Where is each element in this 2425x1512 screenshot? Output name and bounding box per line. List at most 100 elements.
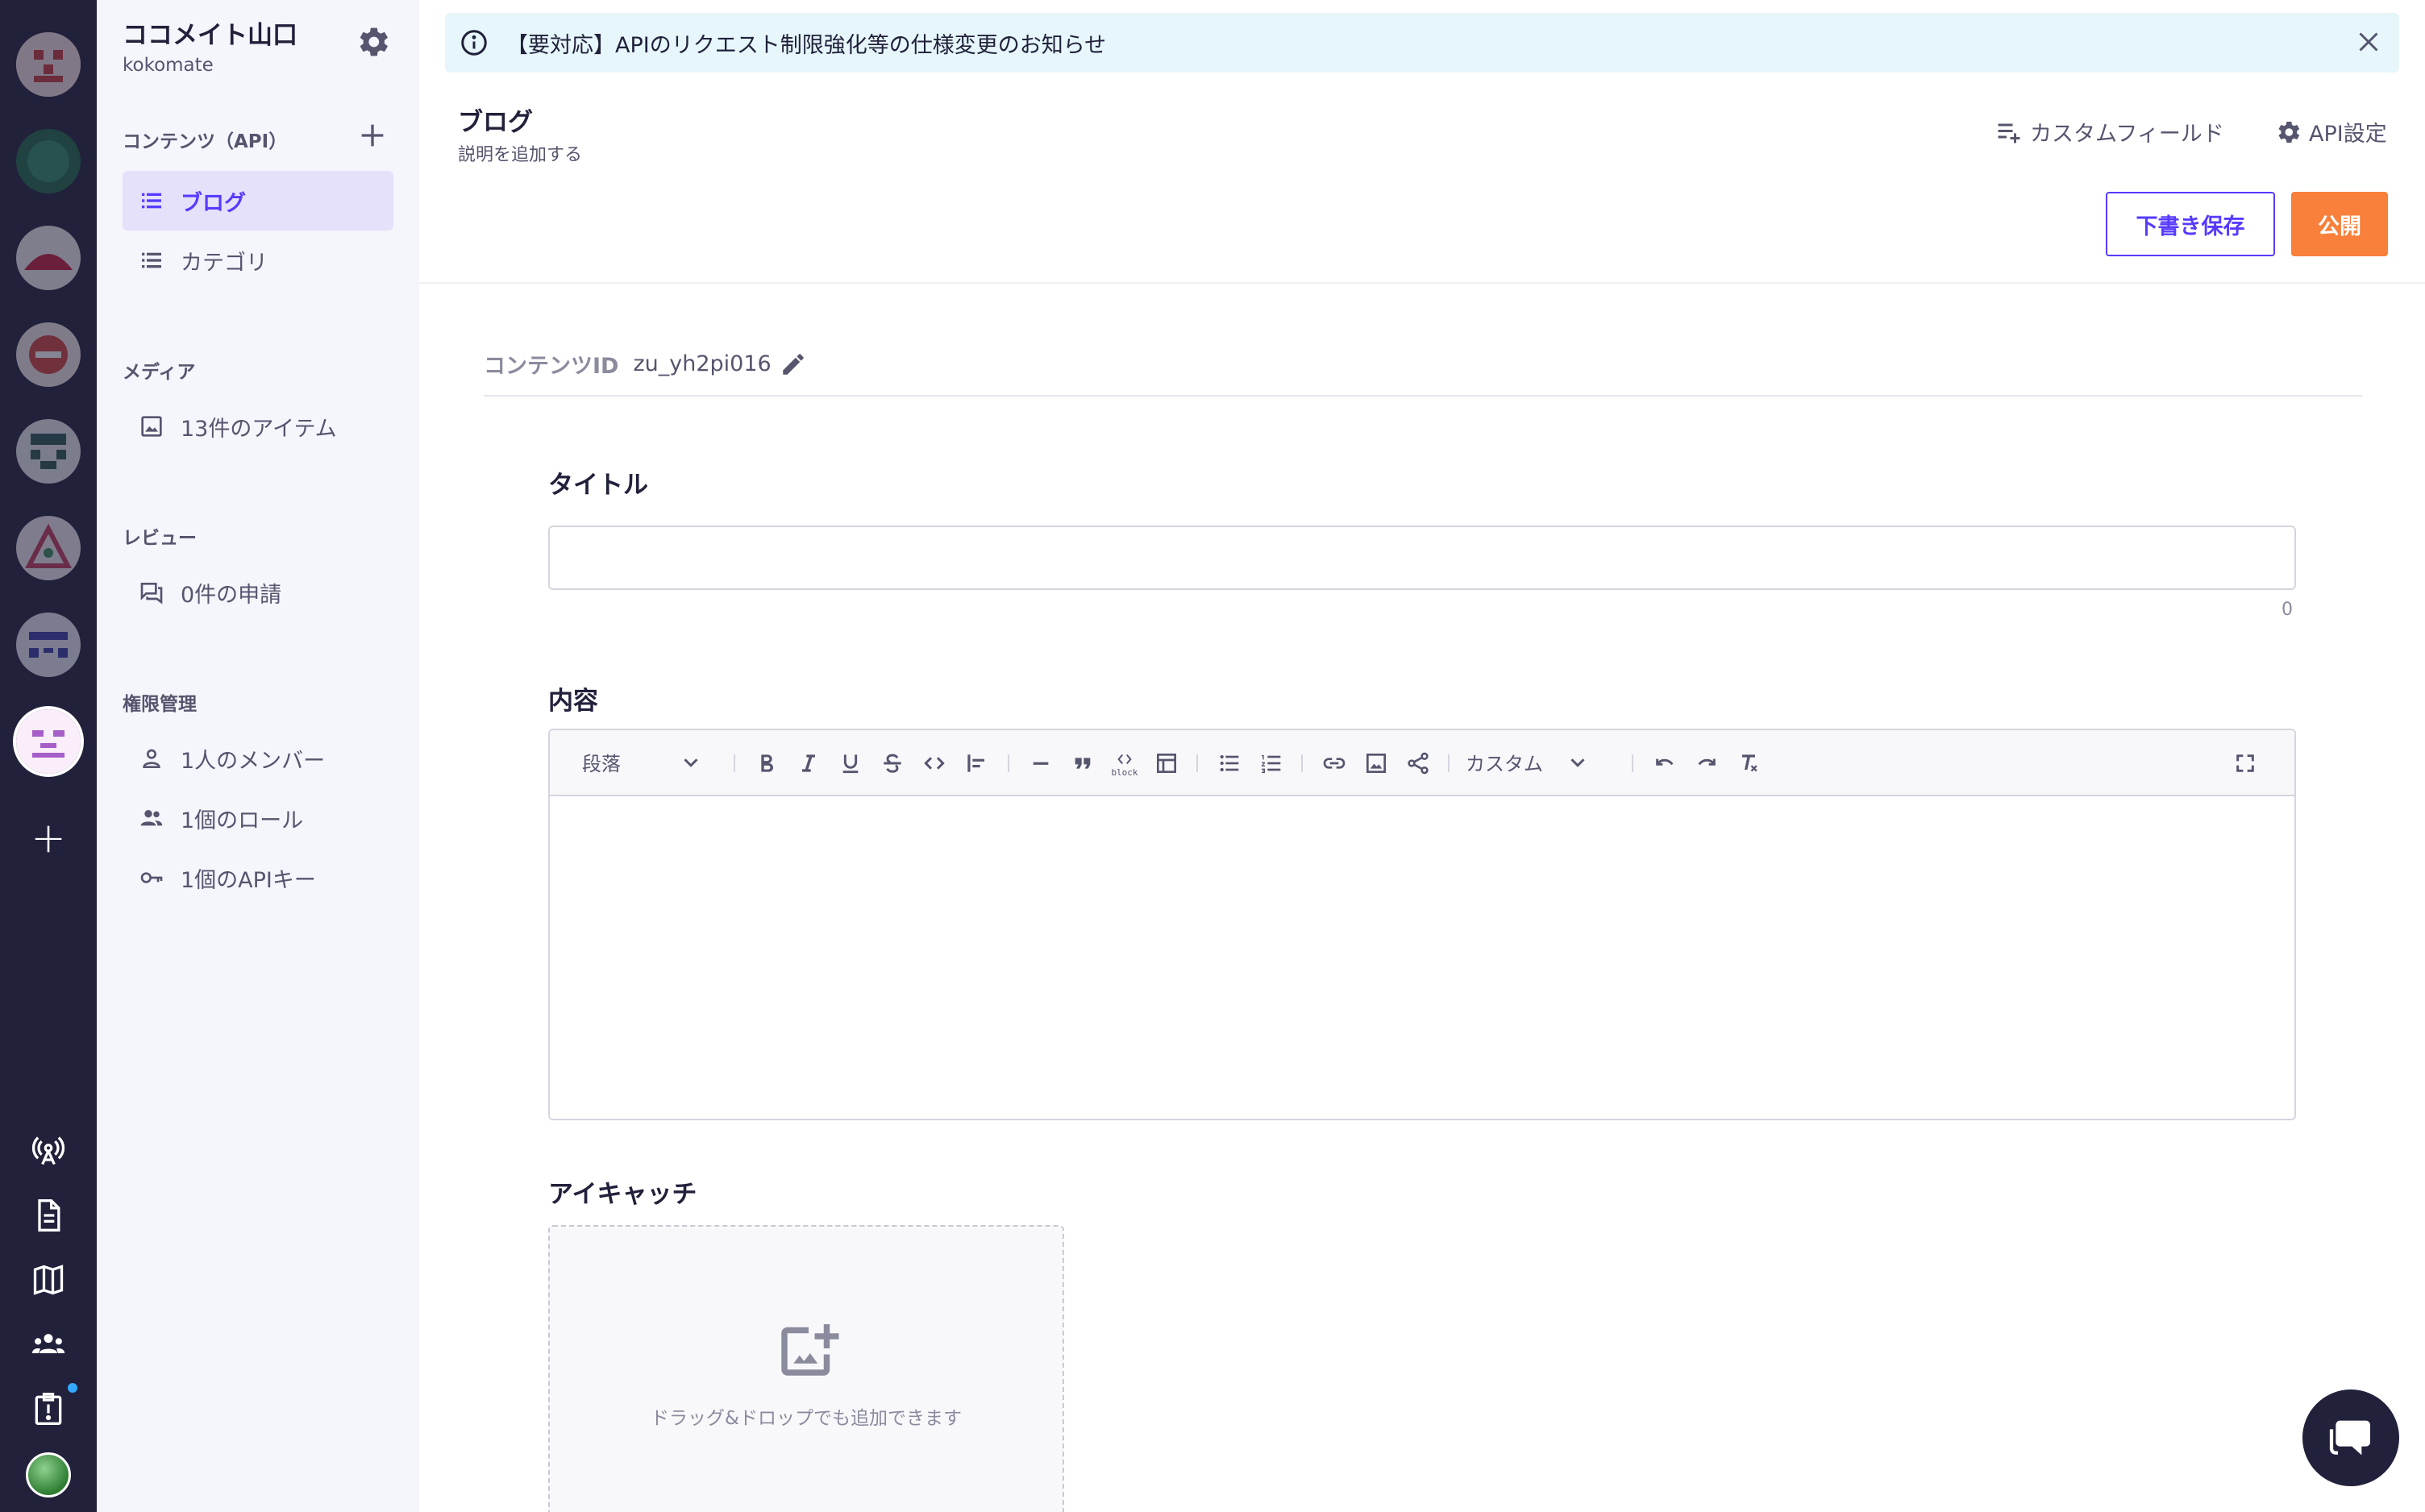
permission-section-title: 権限管理: [123, 694, 197, 715]
workspace-avatar-2[interactable]: [16, 129, 81, 193]
service-name: ココメイト山口: [123, 21, 297, 50]
italic-button[interactable]: [793, 748, 824, 779]
sidebar-item-label: 1個のロール: [181, 808, 304, 833]
workspace-rail: +: [0, 0, 97, 1512]
media-section-title: メディア: [123, 362, 196, 383]
review-chat-icon: [137, 578, 166, 607]
sidebar-item-media[interactable]: 13件のアイテム: [123, 397, 393, 456]
sidebar-item-label: 1人のメンバー: [181, 748, 326, 774]
person-icon: [137, 744, 166, 773]
link-button[interactable]: [1319, 748, 1350, 779]
toolbar-separator: [1196, 754, 1198, 772]
save-draft-button[interactable]: 下書き保存: [2106, 192, 2275, 256]
redo-button[interactable]: [1691, 748, 1722, 779]
toolbar-separator: [734, 754, 735, 772]
toolbar-separator: [1008, 754, 1009, 772]
title-field-label: タイトル: [548, 471, 648, 500]
workspace-avatar-5[interactable]: [16, 419, 81, 484]
sidebar-item-api-keys[interactable]: 1個のAPIキー: [123, 848, 393, 908]
chat-support-button[interactable]: [2302, 1389, 2399, 1486]
table-button[interactable]: [1151, 748, 1182, 779]
horizontal-rule-button[interactable]: [1025, 748, 1056, 779]
sidebar-item-label: 13件のアイテム: [181, 416, 337, 442]
code-block-button[interactable]: block: [1109, 748, 1140, 779]
content-id-row: コンテンツID zu_yh2pi016: [484, 348, 807, 380]
close-icon[interactable]: [2354, 27, 2383, 56]
sidebar-item-blog[interactable]: ブログ: [123, 171, 393, 231]
publish-button[interactable]: 公開: [2291, 192, 2388, 256]
dropzone-text: ドラッグ&ドロップでも追加できます: [651, 1408, 962, 1429]
sidebar-item-label: 1個のAPIキー: [181, 867, 316, 893]
sidebar-item-roles[interactable]: 1個のロール: [123, 788, 393, 848]
service-sidebar: ココメイト山口 kokomate コンテンツ（API） ブログ カテゴリ メディ…: [97, 0, 419, 1512]
workspace-avatar-3[interactable]: [16, 226, 81, 290]
add-api-plus-icon[interactable]: [356, 119, 389, 152]
document-icon[interactable]: [27, 1194, 69, 1236]
custom-field-label: カスタムフィールド: [2030, 122, 2224, 147]
user-avatar[interactable]: [26, 1452, 71, 1497]
align-button[interactable]: [961, 748, 992, 779]
main-content: 【要対応】APIのリクエスト制限強化等の仕様変更のお知らせ ブログ 説明を追加す…: [419, 0, 2425, 1512]
chevron-down-icon: [1570, 758, 1585, 767]
key-icon: [137, 863, 166, 892]
gear-icon: [2278, 121, 2300, 143]
pencil-icon[interactable]: [780, 351, 807, 378]
image-icon: [137, 412, 166, 441]
chevron-down-icon: [684, 758, 698, 767]
content-id-label: コンテンツID: [484, 354, 619, 379]
broadcast-icon[interactable]: [27, 1130, 69, 1172]
api-settings-label: API設定: [2309, 122, 2387, 147]
list-icon: [137, 186, 166, 215]
paragraph-select[interactable]: 段落: [582, 748, 703, 776]
header-divider: [419, 282, 2425, 284]
custom-select[interactable]: カスタム: [1466, 748, 1590, 776]
code-block-caption: block: [1111, 766, 1138, 778]
info-icon: [461, 30, 487, 56]
bold-button[interactable]: [751, 748, 782, 779]
map-icon[interactable]: [27, 1259, 69, 1301]
workspace-avatar-4[interactable]: [16, 322, 81, 387]
numbered-list-button[interactable]: [1256, 748, 1287, 779]
underline-button[interactable]: [835, 748, 866, 779]
title-input[interactable]: [548, 525, 2296, 590]
custom-field-link[interactable]: カスタムフィールド: [1994, 116, 2224, 147]
editor-toolbar: 段落 block カスタム: [550, 730, 2294, 796]
add-description-link[interactable]: 説明を追加する: [458, 140, 582, 166]
page-title: ブログ: [458, 108, 533, 137]
inline-code-button[interactable]: [919, 748, 950, 779]
playlist-add-icon: [1998, 123, 2020, 143]
review-section-title: レビュー: [123, 528, 197, 549]
sidebar-item-category[interactable]: カテゴリ: [123, 231, 393, 290]
notice-banner[interactable]: 【要対応】APIのリクエスト制限強化等の仕様変更のお知らせ: [445, 13, 2399, 73]
strikethrough-button[interactable]: [877, 748, 908, 779]
chat-bubble-icon: [2329, 1420, 2370, 1456]
notification-dot: [68, 1383, 77, 1393]
undo-button[interactable]: [1649, 748, 1680, 779]
eyecatch-dropzone[interactable]: ドラッグ&ドロップでも追加できます: [548, 1225, 1064, 1512]
workspace-avatar-1[interactable]: [16, 32, 81, 97]
quote-button[interactable]: [1067, 748, 1098, 779]
changelog-icon[interactable]: [27, 1388, 69, 1430]
clear-format-button[interactable]: [1733, 748, 1764, 779]
add-photo-icon: [781, 1324, 839, 1376]
fullscreen-button[interactable]: [2230, 748, 2261, 779]
banner-text[interactable]: 【要対応】APIのリクエスト制限強化等の仕様変更のお知らせ: [506, 27, 1106, 59]
api-settings-link[interactable]: API設定: [2273, 116, 2387, 147]
list-icon: [137, 246, 166, 275]
sidebar-item-label: カテゴリ: [181, 250, 268, 276]
bullet-list-button[interactable]: [1214, 748, 1245, 779]
insert-image-button[interactable]: [1361, 748, 1391, 779]
workspace-avatar-active[interactable]: [16, 709, 81, 774]
workspace-avatar-7[interactable]: [16, 613, 81, 677]
paragraph-select-label: 段落: [582, 753, 621, 775]
sidebar-item-label: 0件の申請: [181, 582, 282, 608]
community-icon[interactable]: [27, 1323, 69, 1365]
add-workspace-button[interactable]: +: [24, 814, 73, 862]
sidebar-item-review[interactable]: 0件の申請: [123, 563, 393, 622]
embed-share-button[interactable]: [1403, 748, 1433, 779]
service-settings-gear-icon[interactable]: [353, 23, 392, 61]
content-id-divider: [484, 395, 2362, 397]
sidebar-item-members[interactable]: 1人のメンバー: [123, 729, 393, 788]
rich-text-editor: 段落 block カスタム: [548, 729, 2296, 1120]
workspace-avatar-6[interactable]: [16, 516, 81, 580]
